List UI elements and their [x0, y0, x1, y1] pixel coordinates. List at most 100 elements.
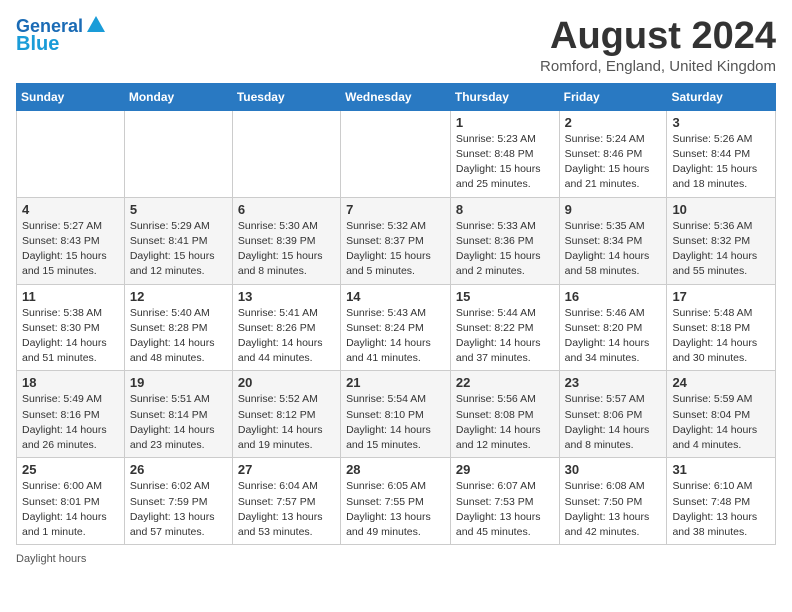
- day-number: 21: [346, 375, 445, 390]
- day-number: 6: [238, 202, 335, 217]
- calendar-cell: 17 Sunrise: 5:48 AMSunset: 8:18 PMDayligh…: [667, 284, 776, 371]
- day-info: Sunrise: 5:27 AMSunset: 8:43 PMDaylight:…: [22, 219, 119, 280]
- day-info: Sunrise: 6:08 AMSunset: 7:50 PMDaylight:…: [565, 479, 662, 540]
- day-number: 7: [346, 202, 445, 217]
- calendar-cell: 21Sunrise: 5:54 AMSunset: 8:10 PMDayligh…: [341, 371, 451, 458]
- calendar-cell: 9Sunrise: 5:35 AMSunset: 8:34 PMDaylight…: [559, 197, 667, 284]
- day-number: 14: [346, 289, 445, 304]
- day-number: 30: [565, 462, 662, 477]
- day-info: Sunrise: 5:48 AMSunset: 8:18 PMDaylight:…: [672, 306, 770, 367]
- calendar-cell: 19 Sunrise: 5:51 AMSunset: 8:14 PMDayligh…: [124, 371, 232, 458]
- day-info: Sunrise: 5:57 AMSunset: 8:06 PMDaylight:…: [565, 392, 662, 453]
- calendar-cell: 6 Sunrise: 5:30 AMSunset: 8:39 PMDaylight…: [232, 197, 340, 284]
- calendar-cell: 11 Sunrise: 5:38 AMSunset: 8:30 PMDayligh…: [17, 284, 125, 371]
- calendar-cell: 16Sunrise: 5:46 AMSunset: 8:20 PMDayligh…: [559, 284, 667, 371]
- calendar-cell: 2Sunrise: 5:24 AMSunset: 8:46 PMDaylight…: [559, 110, 667, 197]
- page-header: General Blue August 2024 Romford, Englan…: [16, 16, 776, 75]
- day-number: 11: [22, 289, 119, 304]
- day-number: 18: [22, 375, 119, 390]
- day-number: 2: [565, 115, 662, 130]
- day-header-tuesday: Tuesday: [232, 83, 340, 110]
- footer-text: Daylight hours: [16, 553, 86, 565]
- calendar-week-row: 18 Sunrise: 5:49 AMSunset: 8:16 PMDayligh…: [17, 371, 776, 458]
- calendar-week-row: 4 Sunrise: 5:27 AMSunset: 8:43 PMDaylight…: [17, 197, 776, 284]
- calendar-cell: [341, 110, 451, 197]
- title-area: August 2024 Romford, England, United Kin…: [540, 16, 776, 75]
- logo-icon: [85, 14, 107, 36]
- calendar-cell: 14 Sunrise: 5:43 AMSunset: 8:24 PMDayligh…: [341, 284, 451, 371]
- day-info: Sunrise: 6:07 AMSunset: 7:53 PMDaylight:…: [456, 479, 554, 540]
- calendar-cell: 22 Sunrise: 5:56 AMSunset: 8:08 PMDayligh…: [450, 371, 559, 458]
- day-number: 23: [565, 375, 662, 390]
- calendar-cell: [124, 110, 232, 197]
- calendar-cell: 7Sunrise: 5:32 AMSunset: 8:37 PMDaylight…: [341, 197, 451, 284]
- calendar-cell: 27 Sunrise: 6:04 AMSunset: 7:57 PMDayligh…: [232, 458, 340, 545]
- day-number: 12: [130, 289, 227, 304]
- day-number: 13: [238, 289, 335, 304]
- calendar-cell: 26Sunrise: 6:02 AMSunset: 7:59 PMDayligh…: [124, 458, 232, 545]
- calendar-week-row: 25 Sunrise: 6:00 AMSunset: 8:01 PMDayligh…: [17, 458, 776, 545]
- day-number: 15: [456, 289, 554, 304]
- calendar-cell: 20Sunrise: 5:52 AMSunset: 8:12 PMDayligh…: [232, 371, 340, 458]
- day-info: Sunrise: 5:33 AMSunset: 8:36 PMDaylight:…: [456, 219, 554, 280]
- day-info: Sunrise: 5:56 AMSunset: 8:08 PMDaylight:…: [456, 392, 554, 453]
- day-header-wednesday: Wednesday: [341, 83, 451, 110]
- day-number: 17: [672, 289, 770, 304]
- logo-blue-text: Blue: [16, 32, 59, 56]
- day-number: 22: [456, 375, 554, 390]
- day-number: 31: [672, 462, 770, 477]
- day-number: 26: [130, 462, 227, 477]
- calendar-cell: 4 Sunrise: 5:27 AMSunset: 8:43 PMDaylight…: [17, 197, 125, 284]
- day-info: Sunrise: 6:04 AMSunset: 7:57 PMDaylight:…: [238, 479, 335, 540]
- calendar-cell: 28 Sunrise: 6:05 AMSunset: 7:55 PMDayligh…: [341, 458, 451, 545]
- calendar-cell: 12 Sunrise: 5:40 AMSunset: 8:28 PMDayligh…: [124, 284, 232, 371]
- day-header-sunday: Sunday: [17, 83, 125, 110]
- calendar-cell: 8 Sunrise: 5:33 AMSunset: 8:36 PMDaylight…: [450, 197, 559, 284]
- day-info: Sunrise: 5:51 AMSunset: 8:14 PMDaylight:…: [130, 392, 227, 453]
- day-info: Sunrise: 5:23 AMSunset: 8:48 PMDaylight:…: [456, 132, 554, 193]
- day-number: 8: [456, 202, 554, 217]
- calendar-header-row: SundayMondayTuesdayWednesdayThursdayFrid…: [17, 83, 776, 110]
- day-number: 27: [238, 462, 335, 477]
- day-info: Sunrise: 5:43 AMSunset: 8:24 PMDaylight:…: [346, 306, 445, 367]
- day-number: 29: [456, 462, 554, 477]
- day-info: Sunrise: 5:40 AMSunset: 8:28 PMDaylight:…: [130, 306, 227, 367]
- day-number: 25: [22, 462, 119, 477]
- calendar-table: SundayMondayTuesdayWednesdayThursdayFrid…: [16, 83, 776, 545]
- calendar-week-row: 1Sunrise: 5:23 AMSunset: 8:48 PMDaylight…: [17, 110, 776, 197]
- day-header-saturday: Saturday: [667, 83, 776, 110]
- location-subtitle: Romford, England, United Kingdom: [540, 58, 776, 75]
- day-info: Sunrise: 5:38 AMSunset: 8:30 PMDaylight:…: [22, 306, 119, 367]
- calendar-cell: 3Sunrise: 5:26 AMSunset: 8:44 PMDaylight…: [667, 110, 776, 197]
- day-info: Sunrise: 5:49 AMSunset: 8:16 PMDaylight:…: [22, 392, 119, 453]
- day-number: 28: [346, 462, 445, 477]
- calendar-cell: 1Sunrise: 5:23 AMSunset: 8:48 PMDaylight…: [450, 110, 559, 197]
- day-header-monday: Monday: [124, 83, 232, 110]
- day-header-thursday: Thursday: [450, 83, 559, 110]
- day-info: Sunrise: 6:10 AMSunset: 7:48 PMDaylight:…: [672, 479, 770, 540]
- day-number: 4: [22, 202, 119, 217]
- day-info: Sunrise: 5:30 AMSunset: 8:39 PMDaylight:…: [238, 219, 335, 280]
- calendar-cell: 10Sunrise: 5:36 AMSunset: 8:32 PMDayligh…: [667, 197, 776, 284]
- calendar-cell: [17, 110, 125, 197]
- calendar-cell: 5 Sunrise: 5:29 AMSunset: 8:41 PMDaylight…: [124, 197, 232, 284]
- day-number: 9: [565, 202, 662, 217]
- calendar-cell: 24Sunrise: 5:59 AMSunset: 8:04 PMDayligh…: [667, 371, 776, 458]
- day-info: Sunrise: 6:05 AMSunset: 7:55 PMDaylight:…: [346, 479, 445, 540]
- calendar-cell: 31 Sunrise: 6:10 AMSunset: 7:48 PMDayligh…: [667, 458, 776, 545]
- day-info: Sunrise: 5:41 AMSunset: 8:26 PMDaylight:…: [238, 306, 335, 367]
- calendar-cell: [232, 110, 340, 197]
- month-year-title: August 2024: [540, 16, 776, 58]
- day-info: Sunrise: 5:46 AMSunset: 8:20 PMDaylight:…: [565, 306, 662, 367]
- day-info: Sunrise: 5:59 AMSunset: 8:04 PMDaylight:…: [672, 392, 770, 453]
- day-info: Sunrise: 6:00 AMSunset: 8:01 PMDaylight:…: [22, 479, 119, 540]
- day-number: 5: [130, 202, 227, 217]
- day-info: Sunrise: 5:29 AMSunset: 8:41 PMDaylight:…: [130, 219, 227, 280]
- day-number: 19: [130, 375, 227, 390]
- day-number: 20: [238, 375, 335, 390]
- footer-note: Daylight hours: [16, 553, 776, 565]
- calendar-cell: 18 Sunrise: 5:49 AMSunset: 8:16 PMDayligh…: [17, 371, 125, 458]
- day-number: 3: [672, 115, 770, 130]
- day-number: 10: [672, 202, 770, 217]
- calendar-cell: 23 Sunrise: 5:57 AMSunset: 8:06 PMDayligh…: [559, 371, 667, 458]
